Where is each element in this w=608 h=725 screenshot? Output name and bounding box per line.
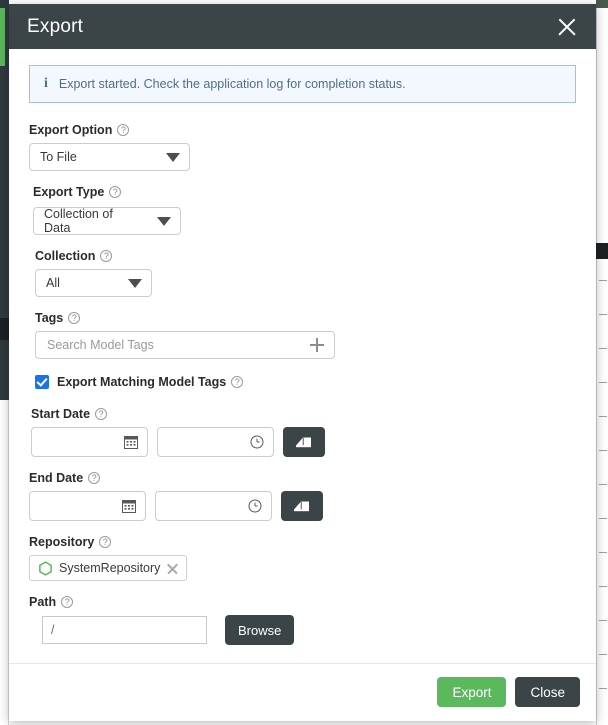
calendar-icon (122, 500, 136, 513)
export-option-label-text: Export Option (29, 123, 113, 137)
help-icon[interactable]: ? (99, 536, 112, 548)
help-icon[interactable]: ? (88, 472, 101, 484)
start-date-label: Start Date ? (31, 407, 576, 421)
page-title: Export (27, 15, 84, 37)
collection-label: Collection ? (35, 249, 576, 263)
repository-label-text: Repository (29, 535, 95, 549)
help-icon[interactable]: ? (231, 376, 244, 388)
export-matching-model-tags-label-text: Export Matching Model Tags (57, 375, 227, 389)
export-type-select[interactable]: Collection of Data (33, 207, 181, 235)
close-button[interactable]: Close (515, 677, 580, 707)
path-label-text: Path (29, 595, 57, 609)
backdrop-right-header (596, 0, 608, 8)
eraser-icon (294, 501, 309, 512)
field-tags: Tags ? Search Model Tags (29, 311, 576, 359)
clock-icon (248, 499, 262, 513)
tags-placeholder: Search Model Tags (47, 338, 154, 352)
start-date-label-text: Start Date (31, 407, 91, 421)
export-matching-model-tags-label: Export Matching Model Tags ? (57, 375, 244, 389)
path-input[interactable]: / (42, 616, 207, 644)
path-row: / Browse (29, 615, 576, 645)
repository-chip-label: SystemRepository (59, 561, 161, 575)
status-banner: i Export started. Check the application … (29, 65, 576, 103)
field-start-date: Start Date ? (29, 407, 576, 457)
end-date-row (29, 491, 576, 521)
help-icon[interactable]: ? (100, 250, 113, 262)
export-matching-model-tags-row[interactable]: Export Matching Model Tags ? (29, 375, 576, 389)
chevron-down-icon (166, 152, 180, 162)
export-option-label: Export Option ? (29, 123, 576, 137)
dialog-body: i Export started. Check the application … (9, 49, 596, 663)
backdrop-row-highlight (0, 318, 9, 340)
end-date-label-text: End Date (29, 471, 84, 485)
export-dialog: Export i Export started. Check the appli… (9, 4, 596, 721)
field-export-option: Export Option ? To File (29, 123, 576, 171)
export-matching-model-tags-checkbox[interactable] (35, 375, 49, 389)
backdrop-accent-bar (0, 8, 5, 66)
export-type-label: Export Type ? (33, 185, 576, 199)
backdrop-content-left (0, 400, 9, 725)
end-date-input[interactable] (29, 491, 146, 521)
clock-icon (250, 435, 264, 449)
start-time-input[interactable] (157, 427, 274, 457)
path-value: / (51, 623, 55, 637)
export-button[interactable]: Export (437, 677, 507, 707)
tags-search-input[interactable]: Search Model Tags (35, 331, 335, 359)
eraser-icon (296, 437, 311, 448)
close-icon[interactable] (553, 13, 581, 41)
help-icon[interactable]: ? (95, 408, 108, 420)
help-icon[interactable]: ? (68, 312, 81, 324)
export-option-select[interactable]: To File (29, 143, 190, 171)
field-end-date: End Date ? (29, 471, 576, 521)
dialog-header: Export (9, 4, 596, 49)
collection-label-text: Collection (35, 249, 96, 263)
end-date-clear-button[interactable] (281, 491, 323, 521)
tags-label: Tags ? (35, 311, 576, 325)
collection-value: All (46, 276, 60, 290)
dialog-footer: Export Close (9, 663, 596, 721)
start-date-clear-button[interactable] (283, 427, 325, 457)
backdrop-right-highlight (596, 243, 608, 259)
chevron-down-icon (157, 216, 171, 226)
path-label: Path ? (29, 595, 576, 609)
field-repository: Repository ? SystemRepository (29, 535, 576, 581)
export-option-value: To File (40, 150, 77, 164)
export-type-label-text: Export Type (33, 185, 105, 199)
field-export-type: Export Type ? Collection of Data (29, 185, 576, 235)
help-icon[interactable]: ? (61, 596, 74, 608)
help-icon[interactable]: ? (117, 124, 130, 136)
browse-button[interactable]: Browse (225, 615, 295, 645)
export-type-value: Collection of Data (44, 207, 113, 235)
status-banner-text: Export started. Check the application lo… (58, 77, 406, 91)
repository-remove-icon[interactable] (166, 562, 179, 575)
backdrop-right-rows (596, 262, 608, 725)
calendar-icon (124, 436, 138, 449)
tags-label-text: Tags (35, 311, 64, 325)
end-date-label: End Date ? (29, 471, 576, 485)
plus-icon[interactable] (310, 338, 324, 352)
info-icon: i (44, 76, 48, 91)
field-collection: Collection ? All (29, 249, 576, 297)
repository-label: Repository ? (29, 535, 576, 549)
help-icon[interactable]: ? (109, 186, 122, 198)
repository-chip[interactable]: SystemRepository (29, 555, 188, 581)
start-date-row (31, 427, 576, 457)
collection-select[interactable]: All (35, 269, 152, 297)
chevron-down-icon (128, 278, 142, 288)
field-path: Path ? / Browse (29, 595, 576, 645)
start-date-input[interactable] (31, 427, 148, 457)
end-time-input[interactable] (155, 491, 272, 521)
hexagon-icon (39, 560, 52, 576)
